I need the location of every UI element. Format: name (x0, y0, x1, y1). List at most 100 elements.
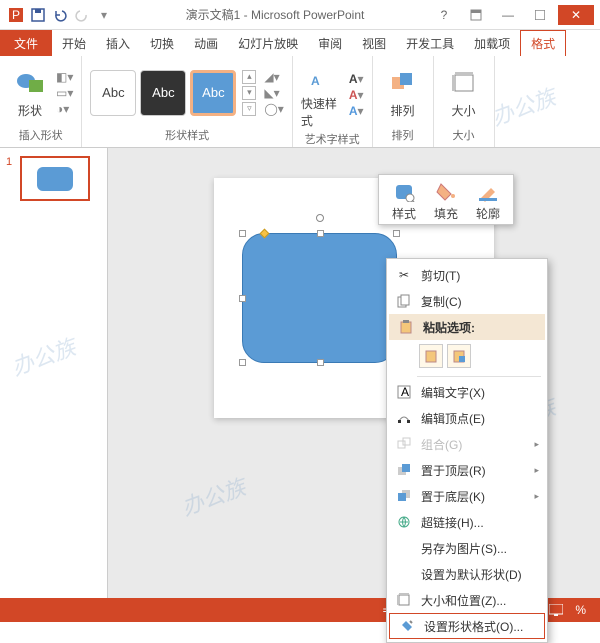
bring-front-icon (395, 461, 413, 479)
menu-default-shape[interactable]: 设置为默认形状(D) (387, 561, 547, 587)
tab-start[interactable]: 开始 (52, 30, 96, 56)
resize-handle[interactable] (317, 230, 324, 237)
text-box-icon[interactable]: ▭▾ (56, 86, 73, 100)
mini-outline-button[interactable]: 轮廓 (467, 181, 509, 222)
rotate-handle[interactable] (316, 214, 324, 222)
wordart-a-icon: A (307, 60, 339, 92)
style-preset-1[interactable]: Abc (90, 70, 136, 116)
save-icon[interactable] (28, 5, 48, 25)
thumbnail-panel[interactable]: 1 (0, 148, 108, 598)
paste-option-1[interactable] (419, 344, 443, 368)
size-icon (448, 67, 480, 99)
arrange-icon (387, 67, 419, 99)
close-icon[interactable]: ✕ (558, 5, 594, 25)
arrange-button[interactable]: 排列 (381, 67, 425, 119)
shape-fill-icon[interactable]: ◢▾ (264, 70, 283, 84)
menu-bring-front[interactable]: 置于顶层(R) ▸ (387, 457, 547, 483)
menu-edit-points-label: 编辑顶点(E) (421, 410, 485, 427)
group-size: 大小 (442, 125, 486, 145)
svg-text:A: A (401, 385, 409, 399)
text-effects-icon[interactable]: A▾ (349, 104, 364, 118)
text-outline-icon[interactable]: A▾ (349, 88, 364, 102)
rounded-rectangle-shape[interactable] (242, 233, 397, 363)
shape-outline-icon[interactable]: ◣▾ (264, 86, 283, 100)
tab-anim[interactable]: 动画 (184, 30, 228, 56)
tab-view[interactable]: 视图 (352, 30, 396, 56)
menu-edit-text[interactable]: A 编辑文字(X) (387, 379, 547, 405)
paste-icon (397, 318, 415, 336)
menu-edit-points[interactable]: 编辑顶点(E) (387, 405, 547, 431)
quick-style-button[interactable]: A 快速样式 (301, 60, 345, 129)
gallery-down-icon[interactable]: ▾ (242, 86, 256, 100)
tab-review[interactable]: 审阅 (308, 30, 352, 56)
redo-icon[interactable] (72, 5, 92, 25)
mini-style-button[interactable]: 样式 (383, 181, 425, 222)
group-arrange: 排列 (381, 125, 425, 145)
cut-icon: ✂ (395, 266, 413, 284)
resize-handle[interactable] (239, 295, 246, 302)
tab-file[interactable]: 文件 (0, 30, 52, 56)
menu-default-shape-label: 设置为默认形状(D) (421, 566, 522, 583)
tab-format[interactable]: 格式 (520, 30, 566, 56)
merge-shape-icon[interactable]: ◑▾ (56, 102, 73, 116)
slideshow-view-icon[interactable] (545, 601, 567, 619)
edit-text-icon: A (395, 383, 413, 401)
size-pos-icon (395, 591, 413, 609)
menu-hyperlink[interactable]: 超链接(H)... (387, 509, 547, 535)
shapes-button[interactable]: 形状 (8, 67, 52, 119)
menu-group: 组合(G) ▸ (387, 431, 547, 457)
mini-fill-button[interactable]: 填充 (425, 181, 467, 222)
size-button[interactable]: 大小 (442, 67, 486, 119)
gallery-up-icon[interactable]: ▴ (242, 70, 256, 84)
menu-group-label: 组合(G) (421, 436, 462, 453)
slide-thumbnail[interactable] (20, 156, 90, 201)
gallery-more-icon[interactable]: ▿ (242, 102, 256, 116)
menu-edit-text-label: 编辑文字(X) (421, 384, 485, 401)
style-icon (393, 181, 415, 203)
tab-addons[interactable]: 加载项 (464, 30, 520, 56)
shape-effects-icon[interactable]: ◯▾ (264, 102, 283, 116)
tab-effects[interactable]: 切换 (140, 30, 184, 56)
copy-icon (395, 292, 413, 310)
qat-dropdown-icon[interactable]: ▾ (94, 5, 114, 25)
shapes-icon (14, 67, 46, 99)
menu-bring-front-label: 置于顶层(R) (421, 462, 486, 479)
resize-handle[interactable] (317, 359, 324, 366)
menu-save-pic-label: 另存为图片(S)... (421, 540, 507, 557)
slide-number: 1 (6, 156, 16, 201)
tab-slideshow[interactable]: 幻灯片放映 (228, 30, 308, 56)
tab-insert[interactable]: 插入 (96, 30, 140, 56)
ribbon-options-icon[interactable] (462, 5, 490, 25)
help-icon[interactable]: ? (430, 5, 458, 25)
context-menu: ✂ 剪切(T) 复制(C) 粘贴选项: A 编辑文字(X) 编辑顶点(E) 组合… (386, 258, 548, 643)
undo-icon[interactable] (50, 5, 70, 25)
corner-radius-handle[interactable] (260, 229, 270, 239)
group-wordart: 艺术字样式 (301, 129, 364, 149)
style-preset-2[interactable]: Abc (140, 70, 186, 116)
paste-option-2[interactable] (447, 344, 471, 368)
style-preset-3[interactable]: Abc (190, 70, 236, 116)
window-title: 演示文稿1 - Microsoft PowerPoint (120, 6, 430, 23)
resize-handle[interactable] (239, 230, 246, 237)
menu-send-back[interactable]: 置于底层(K) ▸ (387, 483, 547, 509)
tab-dev[interactable]: 开发工具 (396, 30, 464, 56)
edit-shape-icon[interactable]: ◧▾ (56, 70, 73, 84)
group-insert-shapes: 插入形状 (8, 125, 73, 145)
menu-copy-label: 复制(C) (421, 293, 462, 310)
maximize-icon[interactable] (526, 5, 554, 25)
menu-copy[interactable]: 复制(C) (387, 288, 547, 314)
resize-handle[interactable] (239, 359, 246, 366)
size-label: 大小 (452, 102, 476, 119)
app-icon[interactable]: P (6, 5, 26, 25)
menu-paste-label: 粘贴选项: (423, 319, 475, 336)
menu-save-pic[interactable]: 另存为图片(S)... (387, 535, 547, 561)
menu-size-pos-label: 大小和位置(Z)... (421, 592, 506, 609)
menu-format-shape[interactable]: 设置形状格式(O)... (389, 613, 545, 639)
zoom-level[interactable]: % (567, 603, 594, 617)
group-icon (395, 435, 413, 453)
minimize-icon[interactable]: — (494, 5, 522, 25)
text-fill-icon[interactable]: A▾ (349, 72, 364, 86)
menu-size-pos[interactable]: 大小和位置(Z)... (387, 587, 547, 613)
resize-handle[interactable] (393, 230, 400, 237)
menu-cut[interactable]: ✂ 剪切(T) (387, 262, 547, 288)
